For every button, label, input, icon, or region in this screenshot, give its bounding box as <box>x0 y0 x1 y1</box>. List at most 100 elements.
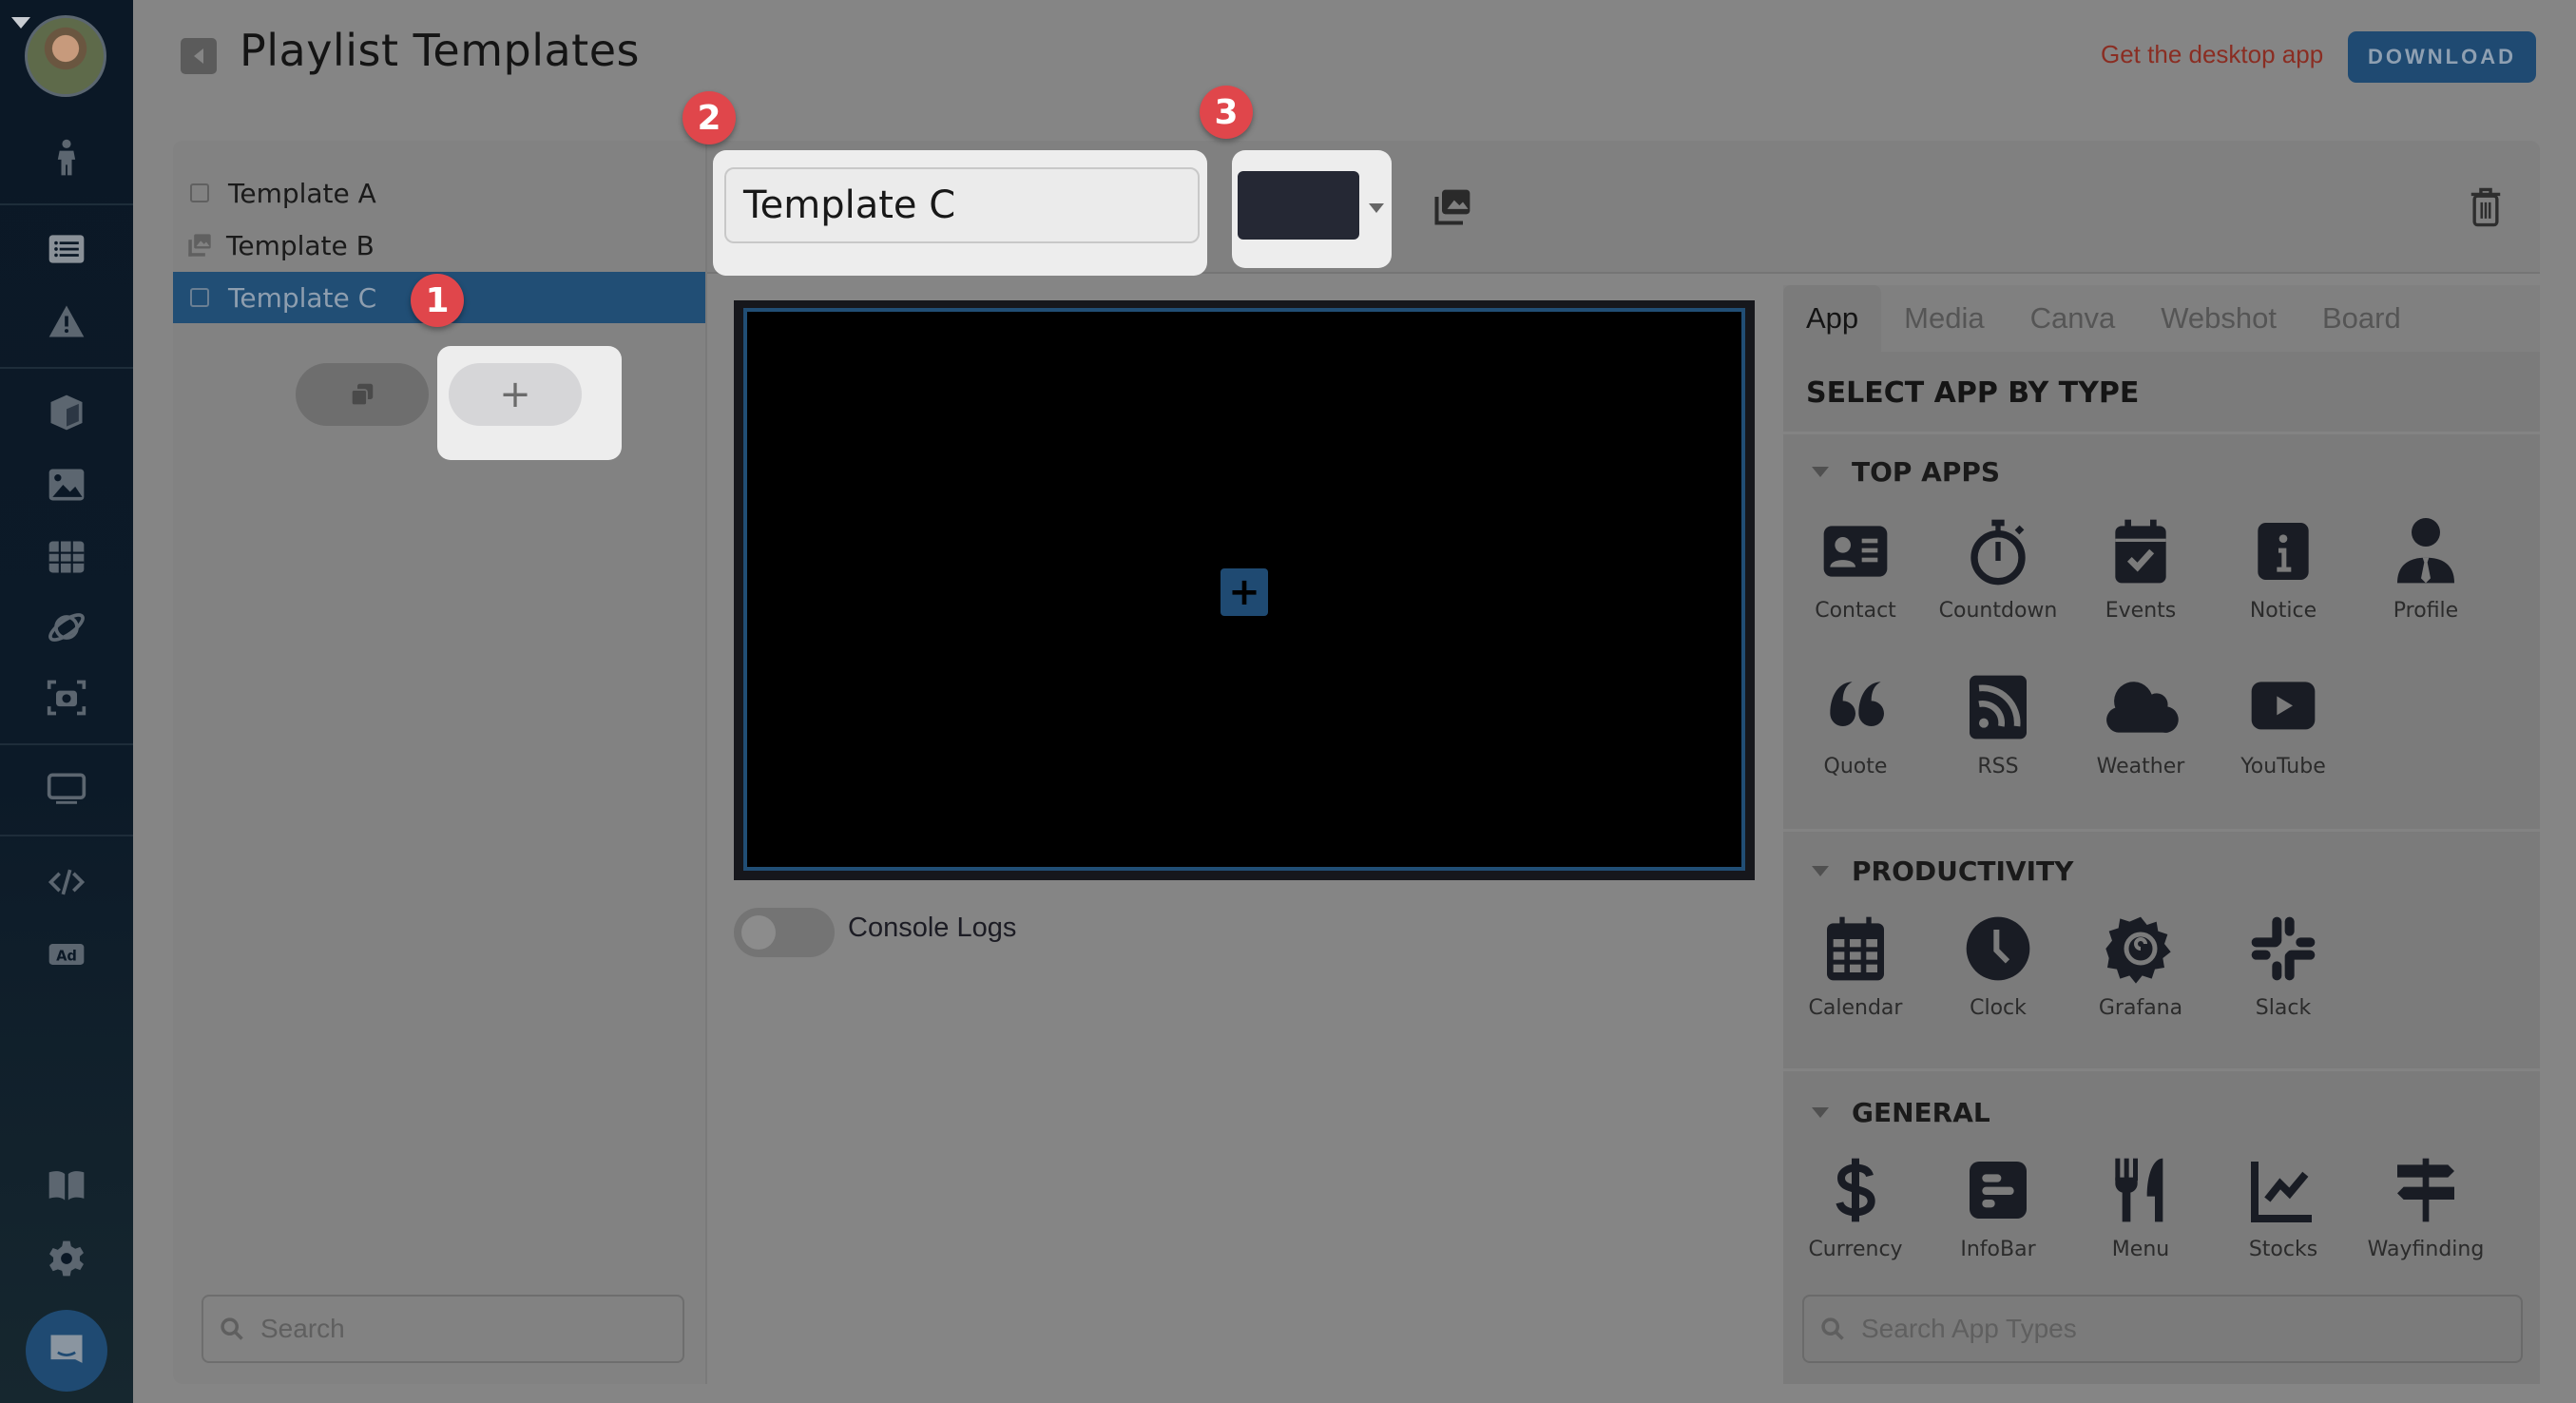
app-infobar[interactable]: InfoBar <box>1927 1152 2069 1266</box>
alert-icon[interactable] <box>42 297 91 346</box>
group-title: TOP APPS <box>1852 456 2001 488</box>
app-rss[interactable]: RSS <box>1927 669 2069 783</box>
quote-icon <box>1830 682 1884 726</box>
app-currency[interactable]: Currency <box>1784 1152 1927 1266</box>
app-label: Countdown <box>1938 599 2058 623</box>
playlist-icon[interactable] <box>42 224 91 274</box>
color-dropdown-caret-icon[interactable] <box>1369 203 1384 213</box>
collapse-caret-icon <box>1812 467 1829 477</box>
console-logs-toggle[interactable] <box>734 908 835 957</box>
duplicate-template-button[interactable] <box>296 363 429 426</box>
calendar-icon <box>1827 916 1884 981</box>
collapse-caret-icon <box>1812 866 1829 876</box>
slack-icon <box>2251 916 2316 981</box>
image-icon[interactable] <box>42 460 91 509</box>
sidebar-divider <box>0 367 133 369</box>
back-arrow-icon <box>194 48 203 64</box>
template-label: Template B <box>226 229 375 261</box>
contact-card-icon <box>1823 526 1888 577</box>
delete-template-icon[interactable] <box>2470 186 2502 228</box>
template-item-b[interactable]: Template B <box>173 220 705 271</box>
group-top-apps[interactable]: TOP APPS <box>1812 456 2000 488</box>
app-label: Calendar <box>1808 996 1903 1020</box>
sidebar: Ad <box>0 0 133 1403</box>
sidebar-divider <box>0 743 133 745</box>
panel-divider <box>705 141 707 1384</box>
app-label: Grafana <box>2098 996 2183 1020</box>
app-weather[interactable]: Weather <box>2069 669 2212 783</box>
user-icon[interactable] <box>42 133 91 183</box>
app-menu[interactable]: Menu <box>2069 1152 2212 1266</box>
monitor-icon[interactable] <box>42 764 91 814</box>
info-icon <box>2258 523 2309 580</box>
account-dropdown-caret-icon[interactable] <box>11 17 30 29</box>
app-label: YouTube <box>2240 755 2326 778</box>
tab-board[interactable]: Board <box>2299 285 2424 352</box>
collapse-caret-icon <box>1812 1107 1829 1118</box>
get-desktop-app-link[interactable]: Get the desktop app <box>2101 40 2323 69</box>
add-template-button[interactable]: + <box>449 363 582 426</box>
background-color-swatch[interactable] <box>1238 171 1359 240</box>
section-divider <box>1783 829 2540 832</box>
add-zone-button[interactable]: + <box>1221 568 1268 616</box>
template-item-a[interactable]: Template A <box>173 167 705 219</box>
app-stocks[interactable]: Stocks <box>2212 1152 2355 1266</box>
app-label: Wayfinding <box>2367 1238 2485 1261</box>
app-wayfinding[interactable]: Wayfinding <box>2355 1152 2497 1266</box>
tab-media[interactable]: Media <box>1881 285 2007 352</box>
utensils-icon <box>2115 1158 2163 1222</box>
template-name-input[interactable]: Template C <box>724 167 1200 243</box>
template-label: Template A <box>228 177 376 209</box>
app-grafana[interactable]: Grafana <box>2069 911 2212 1025</box>
app-contact[interactable]: Contact <box>1784 513 1927 627</box>
tab-app[interactable]: App <box>1783 285 1882 352</box>
rss-icon <box>1970 675 2027 740</box>
screenshot-icon[interactable] <box>42 673 91 722</box>
media-stack-icon <box>188 234 211 257</box>
calendar-check-icon <box>2115 519 2166 584</box>
avatar[interactable] <box>25 15 106 97</box>
download-button[interactable]: DOWNLOAD <box>2348 31 2536 83</box>
back-button[interactable] <box>181 38 217 74</box>
app-countdown[interactable]: Countdown <box>1927 513 2069 627</box>
checkbox-icon[interactable] <box>190 288 209 307</box>
search-placeholder: Search <box>260 1314 345 1343</box>
app-type-search-input[interactable]: Search App Types <box>1802 1295 2523 1363</box>
stopwatch-icon <box>1970 519 2026 586</box>
code-icon[interactable] <box>42 857 91 907</box>
content-tabs: App Media Canva Webshot Board <box>1783 285 2540 352</box>
group-general[interactable]: GENERAL <box>1812 1097 1990 1128</box>
app-youtube[interactable]: YouTube <box>2212 669 2355 783</box>
step-badge-3: 3 <box>1200 86 1253 139</box>
ad-icon[interactable]: Ad <box>42 930 91 979</box>
group-title: GENERAL <box>1852 1097 1990 1128</box>
media-library-icon[interactable] <box>1432 186 1473 228</box>
app-label: Stocks <box>2248 1238 2318 1261</box>
app-label: InfoBar <box>1960 1238 2036 1261</box>
app-label: Weather <box>2096 755 2185 778</box>
group-productivity[interactable]: PRODUCTIVITY <box>1812 855 2073 887</box>
tab-webshot[interactable]: Webshot <box>2138 285 2299 352</box>
toggle-knob <box>741 915 776 950</box>
app-panel-title: SELECT APP BY TYPE <box>1806 376 2140 410</box>
app-profile[interactable]: Profile <box>2355 513 2497 627</box>
chat-button[interactable] <box>26 1310 107 1392</box>
book-icon[interactable] <box>42 1162 91 1211</box>
tab-canva[interactable]: Canva <box>2008 285 2139 352</box>
planet-icon[interactable] <box>42 603 91 652</box>
app-slack[interactable]: Slack <box>2212 911 2355 1025</box>
app-events[interactable]: Events <box>2069 513 2212 627</box>
profile-icon <box>2397 518 2454 584</box>
template-search-input[interactable]: Search <box>202 1295 684 1363</box>
app-clock[interactable]: Clock <box>1927 911 2069 1025</box>
cube-icon[interactable] <box>42 388 91 437</box>
app-quote[interactable]: Quote <box>1784 669 1927 783</box>
app-calendar[interactable]: Calendar <box>1784 911 1927 1025</box>
grid-icon[interactable] <box>42 532 91 582</box>
app-label: Events <box>2105 599 2177 623</box>
settings-icon[interactable] <box>42 1234 91 1283</box>
checkbox-icon[interactable] <box>190 183 209 202</box>
app-notice[interactable]: Notice <box>2212 513 2355 627</box>
app-label: Clock <box>1970 996 2027 1020</box>
duplicate-icon <box>350 383 374 407</box>
